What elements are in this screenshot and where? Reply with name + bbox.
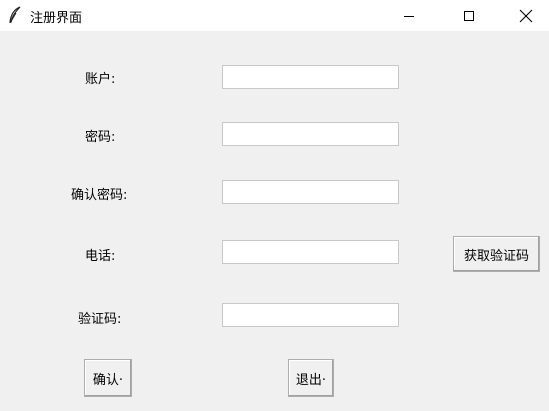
phone-label: 电话: xyxy=(85,249,116,264)
verification-code-input[interactable] xyxy=(222,303,399,327)
confirm-password-input[interactable] xyxy=(222,180,399,204)
verification-code-label: 验证码: xyxy=(78,312,122,327)
minimize-icon xyxy=(404,15,414,17)
close-icon xyxy=(519,9,533,22)
confirm-password-label: 确认密码: xyxy=(71,188,128,203)
password-input[interactable] xyxy=(222,122,399,146)
account-label: 账户: xyxy=(85,72,116,87)
feather-icon xyxy=(9,6,21,24)
title-bar[interactable]: 注册界面 xyxy=(0,0,549,31)
maximize-icon xyxy=(464,10,474,21)
confirm-button[interactable]: 确认· xyxy=(84,359,132,397)
phone-input[interactable] xyxy=(222,240,399,264)
maximize-button[interactable] xyxy=(446,0,492,31)
close-button[interactable] xyxy=(503,0,549,31)
password-label: 密码: xyxy=(85,130,116,145)
account-input[interactable] xyxy=(222,65,399,89)
get-code-button[interactable]: 获取验证码 xyxy=(453,236,540,272)
minimize-button[interactable] xyxy=(386,0,432,31)
exit-button[interactable]: 退出· xyxy=(288,359,334,397)
window-title: 注册界面 xyxy=(30,11,83,26)
